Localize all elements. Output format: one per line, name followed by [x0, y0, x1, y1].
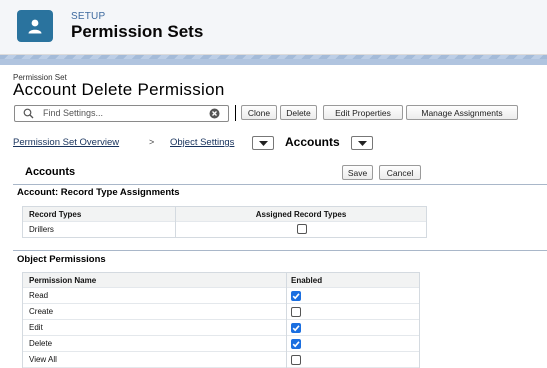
object-permissions-heading: Object Permissions [17, 254, 106, 265]
header-band [0, 55, 547, 65]
object-dropdown[interactable] [351, 136, 373, 150]
table-row: View All [23, 352, 419, 368]
search-input[interactable]: Find Settings... [14, 105, 229, 122]
delete-button[interactable]: Delete [280, 105, 317, 120]
breadcrumb-overview-link[interactable]: Permission Set Overview [13, 137, 119, 148]
record-type-cell [175, 222, 426, 237]
column-header: Enabled [286, 273, 419, 288]
checkbox[interactable] [291, 355, 301, 365]
edit-properties-button[interactable]: Edit Properties [323, 105, 403, 120]
enabled-cell [286, 288, 419, 304]
table-header-row: Permission Name Enabled [23, 273, 419, 288]
breadcrumb-separator: > [149, 137, 155, 147]
checkmark-icon [292, 325, 300, 332]
permission-name: Create [29, 307, 54, 316]
enabled-cell [286, 304, 419, 320]
page-header: SETUP Permission Sets [0, 0, 547, 55]
table-row: Create [23, 304, 419, 320]
user-icon [17, 10, 53, 42]
permission-name: View All [29, 355, 57, 364]
column-header: Permission Name [29, 276, 97, 285]
clear-icon[interactable] [209, 108, 220, 119]
object-permissions-table: Permission Name Enabled Read Create Edit De… [22, 272, 420, 368]
save-button[interactable]: Save [342, 165, 373, 180]
checkbox[interactable] [291, 307, 301, 317]
manage-assignments-button[interactable]: Manage Assignments [406, 105, 518, 120]
breadcrumb-object-settings-link[interactable]: Object Settings [170, 137, 234, 148]
enabled-cell [286, 336, 419, 352]
header-title: Permission Sets [71, 22, 204, 41]
table-header-row: Record Types Assigned Record Types [23, 207, 426, 222]
column-header: Assigned Record Types [175, 207, 426, 222]
page-title: Account Delete Permission [13, 80, 225, 99]
toolbar-divider [235, 105, 236, 121]
main-content: Permission Set Account Delete Permission… [0, 65, 547, 368]
column-header: Record Types [29, 210, 82, 219]
table-row: Edit [23, 320, 419, 336]
search-icon [23, 108, 34, 119]
permission-name: Read [29, 291, 49, 300]
cancel-button[interactable]: Cancel [379, 165, 421, 180]
checkbox[interactable] [297, 224, 307, 234]
table-row: Delete [23, 336, 419, 352]
breadcrumb-current: Accounts [285, 135, 340, 149]
object-settings-dropdown[interactable] [252, 136, 274, 150]
checkbox-checked[interactable] [291, 323, 301, 333]
section-divider [13, 250, 547, 251]
checkmark-icon [292, 293, 300, 300]
enabled-cell [286, 320, 419, 336]
record-types-heading: Account: Record Type Assignments [17, 187, 180, 198]
chevron-down-icon [358, 141, 367, 146]
table-row: Drillers [23, 222, 426, 237]
record-types-table: Record Types Assigned Record Types Drill… [22, 206, 427, 238]
section-divider [13, 184, 547, 185]
table-row: Read [23, 288, 419, 304]
setup-label: SETUP [71, 11, 106, 22]
enabled-cell [286, 352, 419, 368]
permission-name: Edit [29, 323, 43, 332]
chevron-down-icon [259, 141, 268, 146]
section-title: Accounts [25, 166, 76, 178]
record-type-name: Drillers [29, 225, 54, 234]
search-placeholder: Find Settings... [43, 108, 104, 118]
permission-name: Delete [29, 339, 53, 348]
checkmark-icon [292, 341, 300, 348]
clone-button[interactable]: Clone [241, 105, 277, 120]
checkbox-checked[interactable] [291, 291, 301, 301]
checkbox-checked[interactable] [291, 339, 301, 349]
